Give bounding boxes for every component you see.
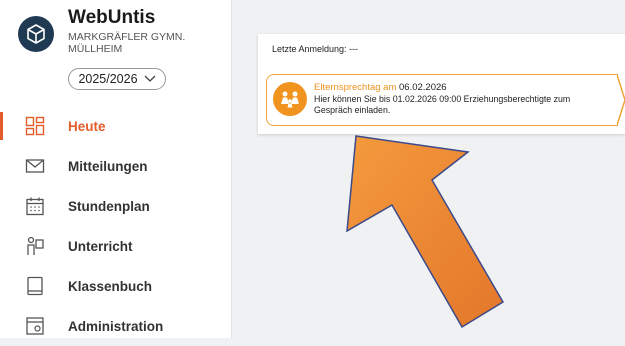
last-login-text: Letzte Anmeldung: --- [272, 44, 359, 54]
notice-body: Hier können Sie bis 01.02.2026 09:00 Erz… [314, 94, 571, 115]
book-icon [27, 276, 43, 296]
today-card: Letzte Anmeldung: --- Elternsprechtag am… [258, 34, 625, 134]
nav-item-klassenbuch[interactable]: Klassenbuch [0, 266, 231, 306]
sidebar: WebUntis MARKGRÄFLER GYMN. MÜLLHEIM 2025… [0, 0, 232, 338]
webuntis-logo [18, 16, 54, 52]
main-nav: Heute Mitteilungen Stundenplan Unterrich… [0, 106, 231, 346]
school-name: MARKGRÄFLER GYMN. MÜLLHEIM [68, 31, 186, 55]
nav-label: Heute [68, 118, 106, 134]
admin-icon [26, 317, 44, 335]
mail-icon [25, 159, 45, 173]
notice-title-highlight: Elternsprechtag am [314, 82, 397, 93]
people-icon [273, 82, 307, 116]
teacher-icon [27, 236, 44, 255]
nav-label: Administration [68, 318, 164, 334]
notice-pointer [617, 74, 625, 126]
nav-item-unterricht[interactable]: Unterricht [0, 226, 231, 266]
school-year-select[interactable]: 2025/2026 [68, 68, 166, 90]
main-content: Letzte Anmeldung: --- Elternsprechtag am… [232, 0, 625, 338]
parent-teacher-day-notice[interactable]: Elternsprechtag am 06.02.2026 Hier könne… [266, 74, 618, 126]
nav-item-stundenplan[interactable]: Stundenplan [0, 186, 231, 226]
nav-label: Mitteilungen [68, 158, 148, 174]
nav-label: Klassenbuch [68, 278, 153, 294]
notice-title: Elternsprechtag am 06.02.2026 [314, 82, 447, 93]
nav-item-administration[interactable]: Administration [0, 306, 231, 346]
cube-icon [27, 24, 45, 44]
nav-label: Stundenplan [68, 198, 150, 214]
dashboard-icon [25, 116, 45, 136]
app-name: WebUntis [68, 7, 156, 28]
school-year-label: 2025/2026 [78, 72, 138, 86]
nav-item-heute[interactable]: Heute [0, 106, 231, 146]
calendar-icon [26, 197, 44, 216]
notice-title-date: 06.02.2026 [399, 82, 447, 93]
nav-label: Unterricht [68, 238, 133, 254]
nav-item-mitteilungen[interactable]: Mitteilungen [0, 146, 231, 186]
chevron-down-icon [144, 75, 156, 82]
